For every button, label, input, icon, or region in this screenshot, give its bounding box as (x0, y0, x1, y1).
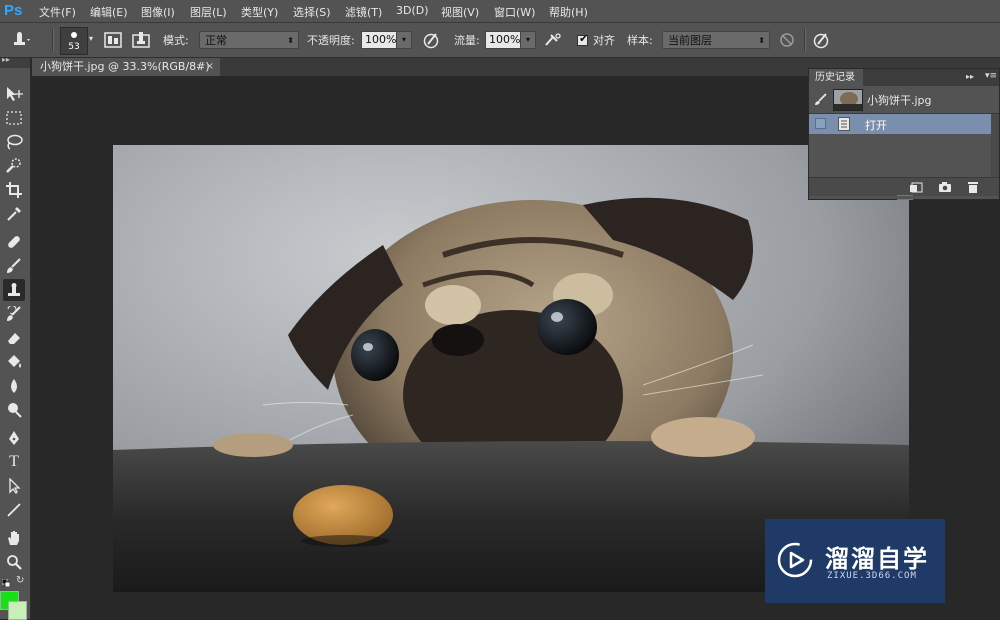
aligned-checkbox[interactable]: ✔ (577, 32, 589, 46)
clone-source-panel-icon[interactable] (130, 29, 152, 51)
document-tab-title: 小狗饼干.jpg @ 33.3%(RGB/8#) (40, 60, 210, 73)
move-tool-icon[interactable] (3, 83, 25, 105)
flow-dropdown-chevron-icon[interactable]: ▾ (520, 31, 536, 49)
check-icon: ✔ (579, 32, 589, 45)
collapse-arrows-icon: ▸▸ (2, 55, 11, 64)
opacity-dropdown-chevron-icon[interactable]: ▾ (396, 31, 412, 49)
menu-select[interactable]: 选择(S) (293, 4, 331, 20)
menu-edit[interactable]: 编辑(E) (90, 4, 128, 20)
close-icon[interactable]: × (206, 58, 214, 76)
history-scrollbar[interactable] (991, 114, 999, 177)
brush-dot-icon (71, 32, 77, 38)
opacity-label: 不透明度: (307, 34, 355, 47)
menu-bar: Ps 文件(F) 编辑(E) 图像(I) 图层(L) 类型(Y) 选择(S) 滤… (0, 0, 1000, 23)
separator (804, 29, 806, 51)
brush-size-value: 53 (68, 42, 80, 52)
flow-input[interactable]: 100% (485, 31, 521, 49)
swap-colors-icon[interactable]: ↻ (16, 575, 24, 586)
menu-filter[interactable]: 滤镜(T) (345, 4, 382, 20)
type-tool-icon[interactable]: T (3, 451, 25, 473)
watermark-subtitle: ZIXUE.3D66.COM (827, 571, 917, 581)
history-snapshot-row[interactable]: 小狗饼干.jpg (809, 86, 999, 114)
zoom-tool-icon[interactable] (3, 551, 25, 573)
watermark-logo: 溜溜自学 ZIXUE.3D66.COM (765, 519, 945, 603)
clone-stamp-preset-icon[interactable] (10, 29, 32, 51)
updown-arrows-icon: ⬍ (758, 36, 765, 45)
line-tool-icon[interactable] (3, 499, 25, 521)
menu-file[interactable]: 文件(F) (39, 4, 76, 20)
trash-icon[interactable] (966, 180, 980, 194)
flow-label: 流量: (454, 34, 480, 47)
collapse-panel-icon[interactable]: ▸▸ (966, 72, 974, 81)
quick-select-tool-icon[interactable] (3, 155, 25, 177)
dodge-tool-icon[interactable] (3, 399, 25, 421)
menu-image[interactable]: 图像(I) (141, 4, 175, 20)
toolbar-grip[interactable]: ▸▸ (0, 55, 30, 68)
snapshot-thumbnail (833, 89, 863, 111)
path-select-tool-icon[interactable] (3, 475, 25, 497)
new-document-from-state-icon[interactable] (909, 180, 923, 194)
mode-select[interactable]: 正常 ⬍ (199, 31, 299, 49)
default-colors-icon[interactable] (1, 577, 11, 588)
snapshot-label: 小狗饼干.jpg (867, 94, 932, 107)
history-state-label: 打开 (865, 119, 887, 132)
brush-tool-icon[interactable] (3, 255, 25, 277)
options-bar: 53 ▾ 模式: 正常 ⬍ 不透明度: 100% ▾ 流量: 100% ▾ ✔ … (0, 23, 1000, 58)
clone-stamp-tool-icon[interactable] (3, 279, 25, 301)
document-open-icon (838, 117, 850, 131)
camera-snapshot-icon[interactable] (938, 180, 952, 194)
panel-menu-icon[interactable]: ▾≡ (985, 71, 997, 81)
menu-help[interactable]: 帮助(H) (549, 4, 588, 20)
history-panel: 历史记录 ▸▸ ▾≡ 小狗饼干.jpg 打开 (808, 68, 1000, 200)
pen-tool-icon[interactable] (3, 427, 25, 449)
history-state-row[interactable]: 打开 (809, 114, 991, 134)
panel-resize-grip[interactable] (897, 195, 913, 200)
watermark-title: 溜溜自学 (825, 545, 929, 573)
photoshop-logo: Ps (4, 2, 23, 19)
brush-preset-picker[interactable]: 53 (60, 27, 88, 55)
sample-value: 当前图层 (668, 34, 712, 47)
play-logo-icon (777, 542, 813, 578)
menu-view[interactable]: 视图(V) (441, 4, 479, 20)
separator (52, 29, 54, 51)
pressure-size-icon[interactable] (810, 29, 832, 51)
history-panel-tabs: 历史记录 ▸▸ ▾≡ (809, 69, 999, 86)
crop-tool-icon[interactable] (3, 179, 25, 201)
aligned-label: 对齐 (593, 34, 615, 47)
sample-label: 样本: (627, 34, 653, 47)
brush-panel-icon[interactable] (102, 29, 124, 51)
healing-brush-tool-icon[interactable] (3, 231, 25, 253)
history-source-checkbox[interactable] (815, 118, 826, 129)
history-brush-source-icon[interactable] (814, 93, 828, 109)
ignore-adjustment-layers-icon[interactable] (776, 29, 798, 51)
document-tab[interactable]: 小狗饼干.jpg @ 33.3%(RGB/8#) × (32, 58, 220, 76)
eraser-tool-icon[interactable] (3, 327, 25, 349)
panel-dock-strip (988, 58, 1000, 68)
tools-panel: ▸▸ T ↻ (0, 55, 31, 619)
mode-value: 正常 (205, 34, 227, 47)
chevron-down-icon[interactable]: ▾ (89, 34, 93, 43)
lasso-tool-icon[interactable] (3, 131, 25, 153)
menu-3d[interactable]: 3D(D) (396, 4, 429, 17)
paint-bucket-tool-icon[interactable] (3, 351, 25, 373)
mode-label: 模式: (163, 34, 189, 47)
airbrush-icon[interactable] (542, 29, 564, 51)
updown-arrows-icon: ⬍ (287, 36, 294, 45)
blur-tool-icon[interactable] (3, 375, 25, 397)
tab-history[interactable]: 历史记录 (809, 69, 863, 86)
history-panel-footer (809, 177, 999, 196)
history-brush-tool-icon[interactable] (3, 303, 25, 325)
marquee-tool-icon[interactable] (3, 107, 25, 129)
eyedropper-tool-icon[interactable] (3, 203, 25, 225)
pressure-opacity-icon[interactable] (420, 29, 442, 51)
hand-tool-icon[interactable] (3, 527, 25, 549)
sample-select[interactable]: 当前图层 ⬍ (662, 31, 770, 49)
menu-window[interactable]: 窗口(W) (494, 4, 535, 20)
opacity-input[interactable]: 100% (361, 31, 397, 49)
menu-type[interactable]: 类型(Y) (241, 4, 278, 20)
background-color-swatch[interactable] (8, 601, 27, 620)
menu-layer[interactable]: 图层(L) (190, 4, 227, 20)
